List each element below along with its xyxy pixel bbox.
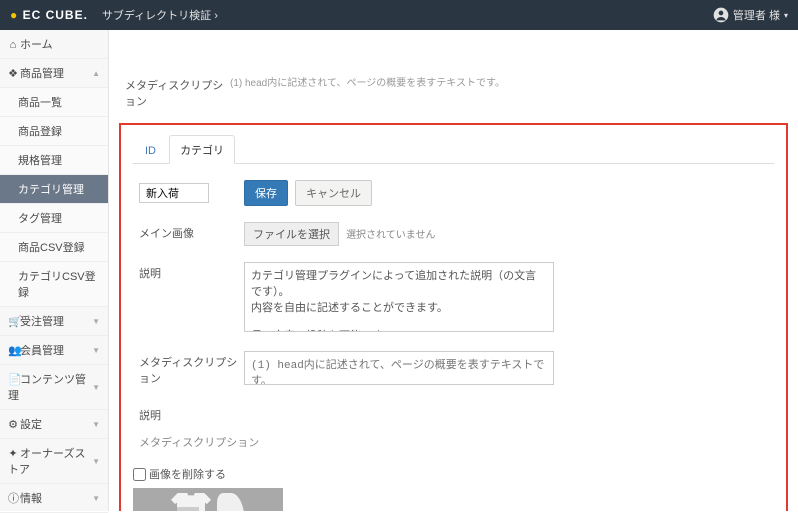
chevron-down-icon: ▼: [92, 317, 100, 326]
app-logo: ● EC CUBE.: [10, 8, 88, 22]
sidebar: ⌂ホーム ❖商品管理▲ 商品一覧 商品登録 規格管理 カテゴリ管理 タグ管理 商…: [0, 30, 109, 511]
star-icon: ✦: [8, 447, 18, 460]
sidebar-item-class[interactable]: 規格管理: [0, 146, 108, 175]
tab-id[interactable]: ID: [135, 139, 166, 162]
sidebar-item-owners[interactable]: ✦オーナーズストア▼: [0, 439, 108, 484]
home-icon: ⌂: [8, 39, 18, 51]
sidebar-item-csv-category[interactable]: カテゴリCSV登録: [0, 262, 108, 307]
cube-icon: ❖: [8, 67, 18, 80]
highlight-box: ID カテゴリ 保存 キャンセル メイン画像 ファイルを選択 選択されていません: [119, 123, 788, 511]
sidebar-item-content[interactable]: 📄コンテンツ管理▼: [0, 365, 108, 410]
chevron-up-icon: ▲: [92, 69, 100, 78]
cancel-button[interactable]: キャンセル: [295, 180, 372, 206]
info-icon: ⓘ: [8, 490, 18, 506]
sidebar-item-setting[interactable]: ⚙設定▼: [0, 410, 108, 439]
chevron-down-icon: ▼: [92, 420, 100, 429]
chevron-down-icon: ▼: [92, 346, 100, 355]
sidebar-item-info[interactable]: ⓘ情報▼: [0, 484, 108, 513]
category-thumbnail: [133, 488, 283, 511]
breadcrumb[interactable]: サブディレクトリ検証: [102, 7, 218, 23]
sidebar-item-member[interactable]: 👥会員管理▼: [0, 336, 108, 365]
meta-desc-label-upper: メタディスクリプション: [125, 74, 230, 109]
users-icon: 👥: [8, 344, 18, 357]
meta-sub-label: メタディスクリプション: [139, 431, 259, 450]
logo-cube-icon: ●: [10, 8, 18, 22]
sidebar-item-csv-product[interactable]: 商品CSV登録: [0, 233, 108, 262]
tab-category[interactable]: カテゴリ: [169, 135, 235, 164]
file-status: 選択されていません: [346, 230, 435, 241]
sidebar-item-order[interactable]: 🛒受注管理▼: [0, 307, 108, 336]
meta-desc-hint-upper: (1) head内に記述されて、ページの概要を表すテキストです。: [230, 74, 782, 109]
description-textarea[interactable]: [244, 262, 554, 332]
category-name-input[interactable]: [139, 183, 209, 203]
chevron-down-icon: ▼: [92, 383, 100, 392]
user-icon: [713, 7, 729, 23]
tshirt-side-icon: [217, 493, 245, 512]
image-delete-label: 画像を削除する: [149, 466, 226, 482]
chevron-down-icon: ▼: [92, 494, 100, 503]
chevron-down-icon: ▼: [92, 457, 100, 466]
file-icon: 📄: [8, 373, 18, 386]
sidebar-item-home[interactable]: ⌂ホーム: [0, 30, 108, 59]
sidebar-item-product-new[interactable]: 商品登録: [0, 117, 108, 146]
cart-icon: 🛒: [8, 315, 18, 328]
sidebar-item-product-list[interactable]: 商品一覧: [0, 88, 108, 117]
main-image-label: メイン画像: [139, 222, 244, 246]
meta-desc-textarea[interactable]: [244, 351, 554, 385]
user-menu[interactable]: 管理者 様: [713, 7, 788, 23]
sidebar-item-product[interactable]: ❖商品管理▲: [0, 59, 108, 88]
save-button[interactable]: 保存: [244, 180, 288, 206]
sidebar-item-category[interactable]: カテゴリ管理: [0, 175, 108, 204]
file-select-button[interactable]: ファイルを選択: [244, 222, 339, 246]
gear-icon: ⚙: [8, 418, 18, 431]
image-delete-checkbox[interactable]: [133, 468, 146, 481]
meta-desc-label: メタディスクリプション: [139, 351, 244, 388]
tshirt-front-icon: [171, 493, 211, 512]
sidebar-item-tag[interactable]: タグ管理: [0, 204, 108, 233]
note-label-2: 説明: [139, 404, 244, 423]
description-label: 説明: [139, 262, 244, 335]
